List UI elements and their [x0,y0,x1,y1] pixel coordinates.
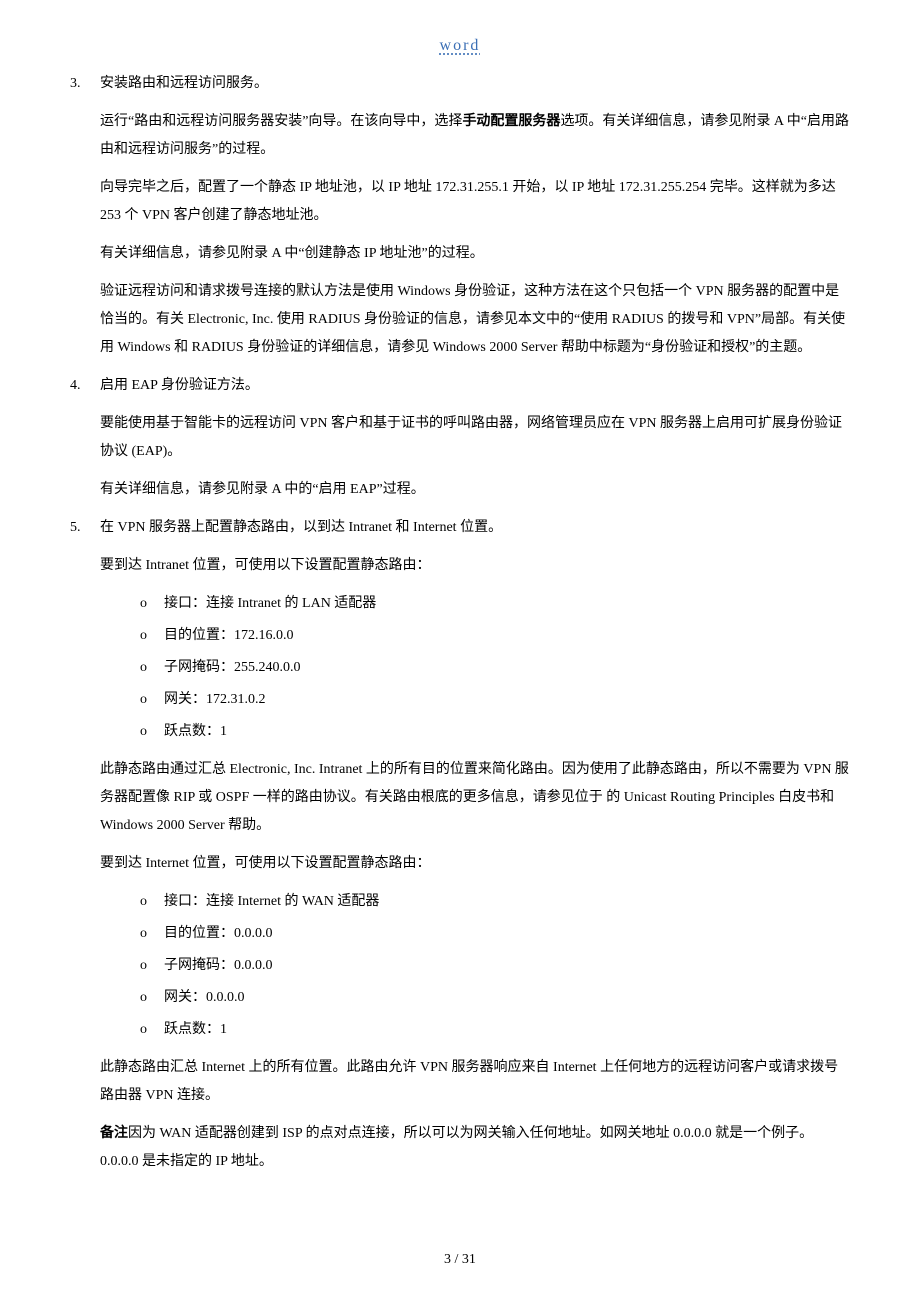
paragraph: 要到达 Intranet 位置，可使用以下设置配置静态路由： [100,552,850,580]
bullet-text: 网关：172.31.0.2 [164,692,266,707]
bullet-item: o接口：连接 Internet 的 WAN 适配器 [140,888,850,916]
bullet-item: o接口：连接 Intranet 的 LAN 适配器 [140,590,850,618]
bullet-item: o目的位置：0.0.0.0 [140,920,850,948]
bullet-marker: o [140,1016,164,1044]
paragraph: 此静态路由通过汇总 Electronic, Inc. Intranet 上的所有… [100,756,850,840]
bullet-text: 目的位置：0.0.0.0 [164,926,273,941]
page-footer: 3 / 31 [0,1246,920,1274]
bullet-marker: o [140,718,164,746]
page: word 3. 安装路由和远程访问服务。 运行“路由和远程访问服务器安装”向导。… [0,0,920,1302]
bullet-text: 目的位置：172.16.0.0 [164,628,294,643]
paragraph: 有关详细信息，请参见附录 A 中“创建静态 IP 地址池”的过程。 [100,240,850,268]
bullet-marker: o [140,654,164,682]
bullet-list-intranet: o接口：连接 Intranet 的 LAN 适配器 o目的位置：172.16.0… [140,590,850,746]
note-paragraph: 备注因为 WAN 适配器创建到 ISP 的点对点连接，所以可以为网关输入任何地址… [100,1120,850,1176]
page-header: word [70,30,850,62]
text: 运行“路由和远程访问服务器安装”向导。在该向导中，选择 [100,114,462,129]
bullet-item: o跃点数：1 [140,718,850,746]
bullet-list-internet: o接口：连接 Internet 的 WAN 适配器 o目的位置：0.0.0.0 … [140,888,850,1044]
bullet-item: o网关：172.31.0.2 [140,686,850,714]
bullet-marker: o [140,984,164,1012]
list-number: 5. [70,514,100,542]
paragraph: 有关详细信息，请参见附录 A 中的“启用 EAP”过程。 [100,476,850,504]
list-title: 启用 EAP 身份验证方法。 [100,372,850,400]
bullet-item: o目的位置：172.16.0.0 [140,622,850,650]
paragraph: 向导完毕之后，配置了一个静态 IP 地址池，以 IP 地址 172.31.255… [100,174,850,230]
list-item-4: 4. 启用 EAP 身份验证方法。 [70,372,850,400]
bullet-marker: o [140,920,164,948]
bullet-text: 跃点数：1 [164,724,227,739]
note-body: 因为 WAN 适配器创建到 ISP 的点对点连接，所以可以为网关输入任何地址。如… [100,1126,813,1169]
bullet-text: 网关：0.0.0.0 [164,990,245,1005]
bullet-text: 跃点数：1 [164,1022,227,1037]
bullet-marker: o [140,952,164,980]
bullet-item: o网关：0.0.0.0 [140,984,850,1012]
bold-text: 手动配置服务器 [462,114,560,129]
paragraph: 运行“路由和远程访问服务器安装”向导。在该向导中，选择手动配置服务器选项。有关详… [100,108,850,164]
list-number: 3. [70,70,100,98]
bullet-item: o跃点数：1 [140,1016,850,1044]
bullet-text: 子网掩码：0.0.0.0 [164,958,273,973]
paragraph: 此静态路由汇总 Internet 上的所有位置。此路由允许 VPN 服务器响应来… [100,1054,850,1110]
paragraph: 要能使用基于智能卡的远程访问 VPN 客户和基于证书的呼叫路由器，网络管理员应在… [100,410,850,466]
list-title: 在 VPN 服务器上配置静态路由，以到达 Intranet 和 Internet… [100,514,850,542]
bullet-text: 接口：连接 Internet 的 WAN 适配器 [164,894,379,909]
bullet-text: 接口：连接 Intranet 的 LAN 适配器 [164,596,376,611]
list-item-5: 5. 在 VPN 服务器上配置静态路由，以到达 Intranet 和 Inter… [70,514,850,542]
bullet-text: 子网掩码：255.240.0.0 [164,660,301,675]
bullet-marker: o [140,686,164,714]
list-number: 4. [70,372,100,400]
bullet-marker: o [140,590,164,618]
bullet-marker: o [140,888,164,916]
bullet-marker: o [140,622,164,650]
paragraph: 验证远程访问和请求拨号连接的默认方法是使用 Windows 身份验证，这种方法在… [100,278,850,362]
bullet-item: o子网掩码：255.240.0.0 [140,654,850,682]
note-label: 备注 [100,1126,128,1141]
list-title: 安装路由和远程访问服务。 [100,70,850,98]
list-item-3: 3. 安装路由和远程访问服务。 [70,70,850,98]
bullet-item: o子网掩码：0.0.0.0 [140,952,850,980]
paragraph: 要到达 Internet 位置，可使用以下设置配置静态路由： [100,850,850,878]
